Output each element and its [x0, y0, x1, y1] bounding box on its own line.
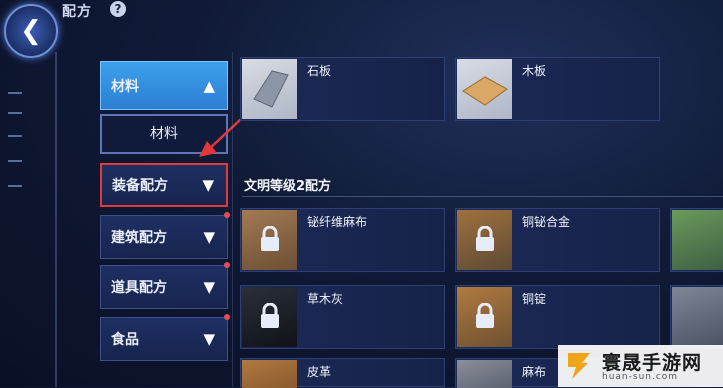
recipe-name: 皮革 — [307, 365, 332, 379]
watermark-name: 寰晟手游网 — [602, 352, 703, 374]
recipe-card-partial[interactable] — [670, 285, 723, 349]
section-title: 文明等级2配方 — [244, 179, 332, 194]
divider — [232, 52, 233, 387]
recipe-thumbnail — [242, 210, 297, 270]
back-button[interactable]: ❮ — [4, 4, 58, 58]
stone-slab-icon — [242, 59, 297, 119]
edge-marker — [8, 135, 22, 137]
category-label: 道具配方 — [111, 280, 167, 296]
notification-dot — [224, 314, 230, 320]
edge-marker — [8, 160, 22, 162]
help-icon[interactable]: ? — [110, 1, 126, 17]
watermark-logo-icon — [568, 353, 590, 379]
chevron-down-icon: ▼ — [203, 228, 215, 246]
category-label: 食品 — [111, 332, 139, 348]
recipe-card[interactable]: 皮革 — [240, 358, 445, 388]
back-arrow-icon: ❮ — [20, 16, 42, 46]
recipe-name: 铜铋合金 — [522, 215, 571, 229]
lock-icon — [261, 303, 279, 328]
material-name: 木板 — [522, 64, 547, 78]
watermark: 寰晟手游网 huan-sun.com — [558, 345, 723, 387]
edge-marker — [8, 92, 22, 94]
category-food[interactable]: 食品 ▼ — [100, 314, 230, 361]
material-card-wood-plank[interactable]: 木板 — [455, 57, 660, 121]
edge-marker — [8, 112, 22, 114]
recipe-thumbnail — [457, 210, 512, 270]
chevron-down-icon: ▼ — [202, 176, 214, 194]
recipe-thumbnail — [242, 360, 297, 388]
chevron-down-icon: ▼ — [203, 278, 215, 296]
material-card-stone-slab[interactable]: 石板 — [240, 57, 445, 121]
lock-icon — [476, 226, 494, 251]
category-label: 材料 — [111, 78, 139, 95]
lock-icon — [476, 303, 494, 328]
recipe-card-partial[interactable] — [670, 208, 723, 272]
recipe-thumbnail — [672, 287, 723, 347]
category-tool-recipes[interactable]: 道具配方 ▼ — [100, 262, 230, 309]
category-label: 建筑配方 — [111, 230, 167, 246]
category-building-recipes[interactable]: 建筑配方 ▼ — [100, 212, 230, 259]
recipe-thumbnail — [457, 360, 512, 388]
recipe-name: 草木灰 — [307, 292, 344, 306]
recipe-card[interactable]: 铋纤维麻布 — [240, 208, 445, 272]
recipe-thumbnail — [457, 287, 512, 347]
edge-marker — [8, 185, 22, 187]
chevron-down-icon: ▼ — [203, 330, 215, 348]
page-title: 配方 — [62, 4, 92, 20]
recipe-card[interactable]: 草木灰 — [240, 285, 445, 349]
recipe-thumbnail — [672, 210, 723, 270]
recipe-name: 铋纤维麻布 — [307, 215, 368, 229]
wood-plank-icon — [457, 59, 512, 119]
recipe-card[interactable]: 铜锭 — [455, 285, 660, 349]
notification-dot — [224, 262, 230, 268]
material-name: 石板 — [307, 64, 332, 78]
category-equipment-recipes[interactable]: 装备配方 ▼ — [100, 163, 228, 207]
recipe-thumbnail — [242, 287, 297, 347]
recipe-card[interactable]: 铜铋合金 — [455, 208, 660, 272]
section-divider — [242, 196, 723, 197]
recipe-name: 铜锭 — [522, 292, 547, 306]
category-label: 装备配方 — [112, 178, 168, 194]
lock-icon — [261, 226, 279, 251]
side-rail — [55, 52, 57, 387]
recipe-name: 麻布 — [522, 365, 547, 379]
notification-dot — [224, 212, 230, 218]
watermark-url: huan-sun.com — [602, 372, 679, 382]
